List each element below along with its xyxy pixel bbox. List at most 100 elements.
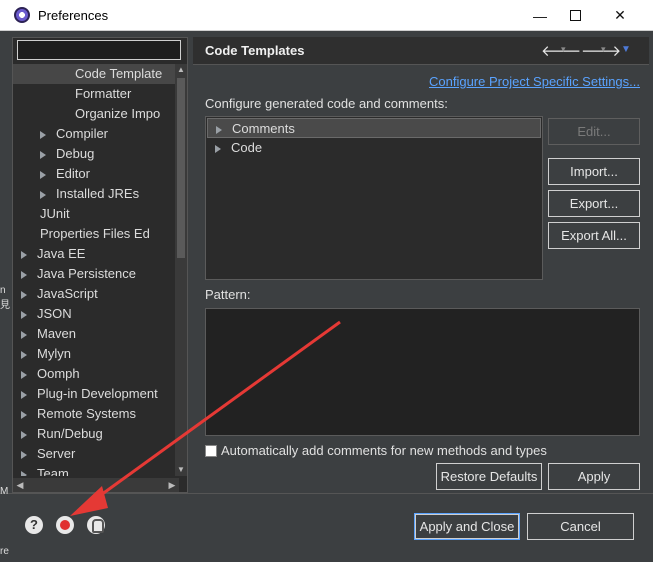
tree-item[interactable]: Installed JREs: [13, 184, 179, 204]
tree-item[interactable]: JUnit: [13, 204, 179, 224]
back-dropdown-icon[interactable]: ▾: [561, 44, 566, 55]
maximize-icon: [569, 10, 581, 21]
tree-item[interactable]: Properties Files Ed: [13, 224, 179, 244]
fragment-text: n: [0, 285, 6, 296]
tree-item[interactable]: Code Template: [13, 64, 179, 84]
export-button[interactable]: Export...: [548, 190, 640, 217]
maximize-button[interactable]: [553, 0, 597, 31]
expand-arrow-icon[interactable]: [21, 290, 27, 299]
expand-arrow-icon[interactable]: [21, 450, 27, 459]
tree-vertical-scrollbar[interactable]: ▲ ▼: [175, 64, 187, 476]
template-item-comments[interactable]: Comments: [207, 118, 541, 138]
tree-item[interactable]: Mylyn: [13, 344, 179, 364]
tree-item[interactable]: JavaScript: [13, 284, 179, 304]
edit-button[interactable]: Edit...: [548, 118, 640, 145]
eclipse-icon: [14, 7, 30, 23]
fragment-text: 見: [0, 300, 10, 311]
configure-label: Configure generated code and comments:: [205, 96, 448, 111]
apply-button[interactable]: Apply: [548, 463, 640, 490]
tree-item[interactable]: Plug-in Development: [13, 384, 179, 404]
scroll-thumb[interactable]: [177, 78, 185, 258]
tree-item-label: Debug: [56, 146, 95, 161]
tree-item[interactable]: Formatter: [13, 84, 179, 104]
expand-arrow-icon[interactable]: [40, 190, 46, 199]
tree-item[interactable]: Remote Systems: [13, 404, 179, 424]
tree-item-label: Plug-in Development: [37, 386, 158, 401]
expand-arrow-icon[interactable]: [216, 125, 222, 134]
tree-item[interactable]: Java EE: [13, 244, 179, 264]
expand-arrow-icon[interactable]: [21, 410, 27, 419]
background-window-fragment: n見: [0, 285, 10, 325]
tree-item-label: Run/Debug: [37, 426, 103, 441]
tree-item[interactable]: Server: [13, 444, 179, 464]
tree-item-label: JavaScript: [37, 286, 98, 301]
restore-defaults-button[interactable]: Restore Defaults: [436, 463, 542, 490]
tree-item[interactable]: Team: [13, 464, 179, 476]
expand-arrow-icon[interactable]: [21, 370, 27, 379]
help-icon[interactable]: ?: [25, 516, 43, 534]
expand-arrow-icon[interactable]: [21, 470, 27, 476]
tree-item-label: Organize Impo: [75, 106, 161, 121]
expand-arrow-icon[interactable]: [21, 310, 27, 319]
tree-item[interactable]: Compiler: [13, 124, 179, 144]
tree-item[interactable]: Organize Impo: [13, 104, 179, 124]
title-bar: Preferences — ✕: [0, 0, 653, 31]
tree-item-label: Maven: [37, 326, 77, 341]
tree-item[interactable]: Editor: [13, 164, 179, 184]
tree-item-label: Editor: [56, 166, 90, 181]
tree-item-label: JSON: [37, 306, 72, 321]
expand-arrow-icon[interactable]: [21, 390, 27, 399]
expand-arrow-icon[interactable]: [21, 270, 27, 279]
expand-arrow-icon[interactable]: [21, 430, 27, 439]
import-button[interactable]: Import...: [548, 158, 640, 185]
tree-item-label: Remote Systems: [37, 406, 136, 421]
tree-item[interactable]: Oomph: [13, 364, 179, 384]
template-item-code[interactable]: Code: [207, 138, 541, 158]
auto-comments-checkbox[interactable]: [205, 444, 217, 457]
expand-arrow-icon[interactable]: [215, 144, 221, 153]
tree-item-label: Mylyn: [37, 346, 71, 361]
tree-item-label: Team: [37, 466, 69, 476]
tree-item-label: Formatter: [75, 86, 132, 101]
tree-item[interactable]: Maven: [13, 324, 179, 344]
pattern-editor[interactable]: [205, 308, 640, 436]
view-menu-icon[interactable]: ▼: [621, 44, 631, 55]
tree-item-label: Java Persistence: [37, 266, 136, 281]
scroll-down-icon[interactable]: ▼: [175, 464, 187, 476]
cancel-button[interactable]: Cancel: [527, 513, 634, 540]
record-icon[interactable]: [56, 516, 74, 534]
page-header: Code Templates 🡐 ▾ 🡒 ▾ ▼: [193, 37, 649, 65]
tree-item-label: Java EE: [37, 246, 86, 261]
page-title: Code Templates: [205, 43, 305, 58]
tree-item-label: Oomph: [37, 366, 80, 381]
tree-item-label: Server: [37, 446, 76, 461]
background-window-fragment: M: [0, 486, 9, 497]
expand-arrow-icon[interactable]: [21, 330, 27, 339]
tree-item[interactable]: JSON: [13, 304, 179, 324]
project-specific-settings-link[interactable]: Configure Project Specific Settings...: [429, 74, 640, 89]
export-all-button[interactable]: Export All...: [548, 222, 640, 249]
expand-arrow-icon[interactable]: [21, 350, 27, 359]
scroll-left-icon[interactable]: ◀: [13, 478, 27, 492]
scroll-right-icon[interactable]: ▶: [165, 478, 179, 492]
tree-item-label: Properties Files Ed: [40, 226, 150, 241]
lightbulb-icon[interactable]: [87, 516, 105, 534]
expand-arrow-icon[interactable]: [40, 150, 46, 159]
apply-and-close-button[interactable]: Apply and Close: [414, 513, 520, 540]
expand-arrow-icon[interactable]: [40, 170, 46, 179]
tree-item-label: Code Template: [75, 66, 163, 81]
scroll-up-icon[interactable]: ▲: [175, 64, 187, 76]
filter-input[interactable]: [17, 40, 181, 60]
expand-arrow-icon[interactable]: [21, 250, 27, 259]
dialog-button-bar: ? Apply and Close Cancel: [0, 493, 653, 562]
preferences-navigation: Code Template Formatter Organize Impo Compi…: [12, 37, 188, 493]
tree-item[interactable]: Run/Debug: [13, 424, 179, 444]
tree-item[interactable]: Java Persistence: [13, 264, 179, 284]
template-label: Comments: [232, 121, 295, 136]
auto-comments-option[interactable]: Automatically add comments for new metho…: [205, 442, 547, 458]
close-button[interactable]: ✕: [598, 0, 642, 31]
expand-arrow-icon[interactable]: [40, 130, 46, 139]
tree-horizontal-scrollbar[interactable]: ◀ ▶: [13, 478, 179, 492]
tree-item[interactable]: Debug: [13, 144, 179, 164]
forward-dropdown-icon[interactable]: ▾: [601, 44, 606, 55]
